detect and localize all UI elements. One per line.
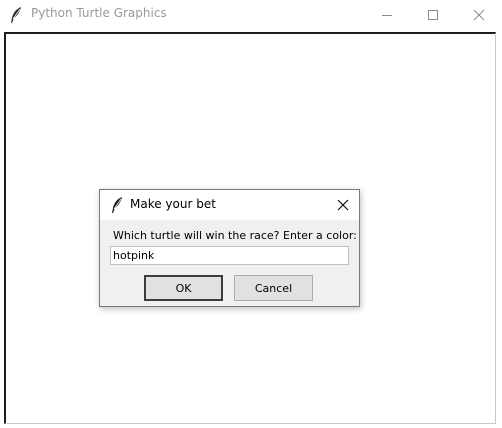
minimize-icon (382, 15, 392, 16)
close-button[interactable] (456, 0, 502, 30)
cancel-button[interactable]: Cancel (234, 275, 313, 301)
dialog-title: Make your bet (130, 197, 216, 211)
window-titlebar[interactable]: Python Turtle Graphics (0, 0, 502, 30)
color-input[interactable] (110, 246, 349, 265)
dialog-prompt: Which turtle will win the race? Enter a … (113, 229, 357, 242)
minimize-button[interactable] (364, 0, 410, 30)
turtle-window: Python Turtle Graphics Make your bet Whi… (0, 0, 502, 428)
feather-icon (110, 196, 124, 214)
dialog-close-button[interactable] (328, 190, 358, 220)
window-title: Python Turtle Graphics (31, 6, 167, 20)
dialog-titlebar[interactable]: Make your bet (100, 190, 359, 220)
close-icon (337, 199, 349, 211)
maximize-icon (428, 10, 438, 20)
close-icon (473, 9, 485, 21)
maximize-button[interactable] (410, 0, 456, 30)
feather-icon (9, 6, 23, 24)
ok-button[interactable]: OK (144, 275, 223, 301)
bet-dialog: Make your bet Which turtle will win the … (99, 189, 360, 307)
